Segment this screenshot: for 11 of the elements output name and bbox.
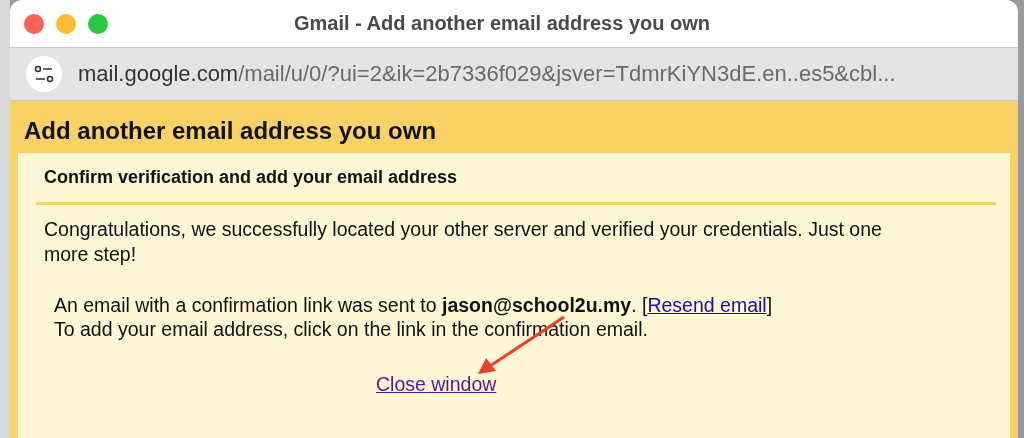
window-title: Gmail - Add another email address you own [294, 12, 710, 35]
sent-text: An email with a confirmation link was sent to jason@school2u.my. [Resend email] [54, 293, 774, 317]
resend-link[interactable]: Resend email [647, 294, 767, 316]
zoom-button[interactable] [88, 13, 108, 34]
message-text: Congratulations, we successfully located your other server and verified your credentials. Just one more step! [43, 217, 883, 267]
site-settings-icon[interactable] [26, 56, 62, 92]
dialog-title: Add another email address you own [23, 116, 438, 146]
close-window-link[interactable]: Close window [376, 373, 497, 396]
close-button[interactable] [24, 13, 44, 34]
section-heading: Confirm verification and add your email address [43, 167, 459, 188]
minimize-button[interactable] [56, 13, 76, 34]
